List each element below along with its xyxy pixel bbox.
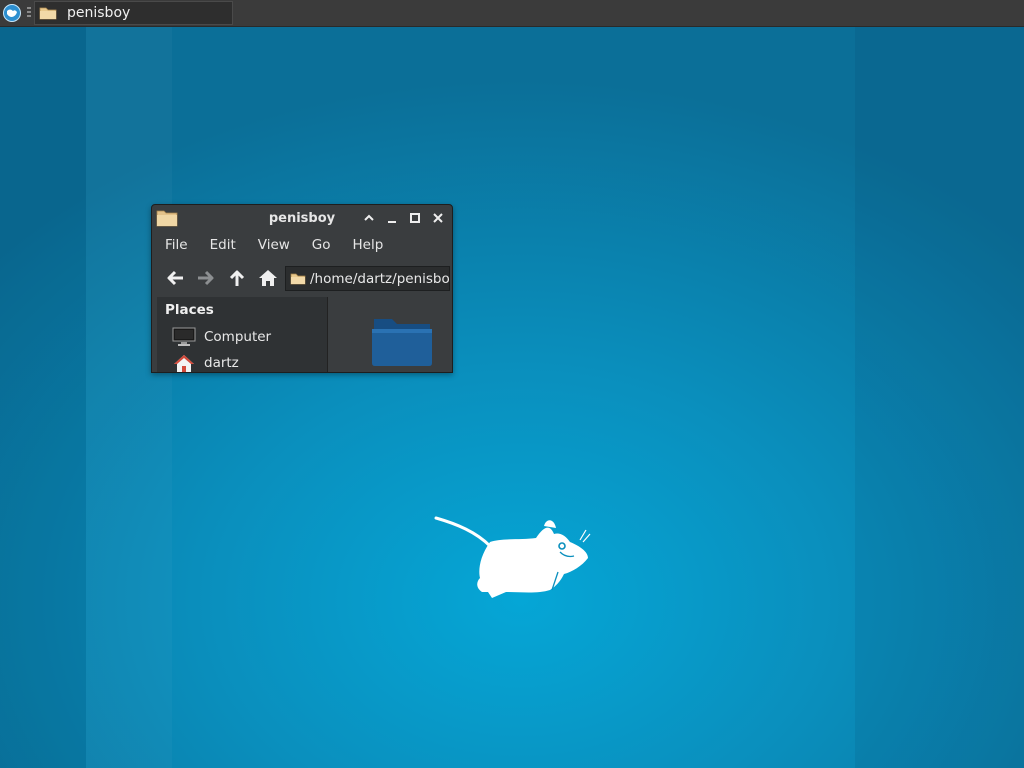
- up-arrow-icon[interactable]: [226, 267, 248, 289]
- sidebar-item-computer[interactable]: Computer: [172, 327, 271, 347]
- menu-bar: File Edit View Go Help: [152, 235, 452, 255]
- desktop-stripe: [855, 26, 1024, 768]
- window-titlebar[interactable]: penisboy: [152, 205, 452, 233]
- file-manager-window: penisboy File Edit View Go Help /home/da…: [151, 204, 453, 373]
- taskbar-window-label: penisboy: [67, 5, 131, 21]
- folder-icon[interactable]: [370, 313, 434, 367]
- taskbar-window-button[interactable]: penisboy: [34, 1, 233, 25]
- menu-help[interactable]: Help: [340, 235, 393, 255]
- shade-up-icon[interactable]: [362, 211, 376, 225]
- close-icon[interactable]: [431, 211, 445, 225]
- menu-edit[interactable]: Edit: [197, 235, 245, 255]
- toolbar: [152, 261, 452, 293]
- location-input[interactable]: [310, 270, 449, 287]
- location-bar[interactable]: [285, 266, 450, 291]
- back-arrow-icon[interactable]: [164, 267, 186, 289]
- folder-icon: [39, 7, 57, 20]
- menu-view[interactable]: View: [245, 235, 299, 255]
- xfce-mouse-logo: [434, 516, 591, 598]
- minimize-icon[interactable]: [385, 211, 399, 225]
- menu-file[interactable]: File: [152, 235, 197, 255]
- panel-drag-handle[interactable]: [27, 7, 31, 19]
- menu-go[interactable]: Go: [299, 235, 340, 255]
- sidebar-item-label: Computer: [204, 329, 272, 345]
- window-title: penisboy: [268, 211, 336, 226]
- file-view: [328, 297, 452, 372]
- xfce-menu-icon[interactable]: [3, 4, 21, 22]
- home-folder-icon: [174, 355, 194, 372]
- computer-icon: [172, 327, 196, 346]
- sidebar-item-label: dartz: [204, 355, 239, 371]
- places-heading: Places: [165, 302, 214, 318]
- desktop-stripe: [86, 26, 172, 768]
- forward-arrow-icon[interactable]: [195, 267, 217, 289]
- home-icon[interactable]: [257, 267, 279, 289]
- folder-icon: [290, 273, 306, 285]
- desktop-stripe: [0, 26, 86, 768]
- top-panel: penisboy: [0, 0, 1024, 27]
- maximize-icon[interactable]: [408, 211, 422, 225]
- sidebar-item-home[interactable]: dartz: [172, 353, 239, 372]
- places-sidebar: Places Computer dartz: [157, 297, 328, 372]
